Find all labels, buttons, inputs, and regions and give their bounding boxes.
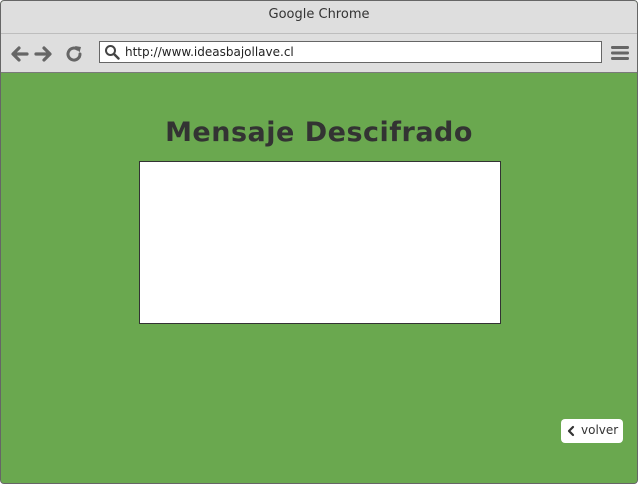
url-text: http://www.ideasbajollave.cl xyxy=(125,45,294,59)
chevron-left-icon xyxy=(567,425,575,437)
menu-icon[interactable] xyxy=(611,45,629,61)
page-content: Mensaje Descifrado volver xyxy=(1,73,637,483)
address-bar[interactable]: http://www.ideasbajollave.cl xyxy=(99,41,602,63)
back-button-label: volver xyxy=(581,423,619,437)
back-arrow-icon[interactable] xyxy=(9,44,29,64)
search-icon xyxy=(105,45,120,60)
back-button[interactable]: volver xyxy=(561,419,623,443)
browser-window: Google Chrome http://www.ideasbajollave.… xyxy=(0,0,638,484)
decrypted-message-box xyxy=(139,161,501,324)
page-title: Mensaje Descifrado xyxy=(165,117,473,148)
window-title: Google Chrome xyxy=(268,7,370,22)
title-bar: Google Chrome xyxy=(1,1,637,34)
forward-arrow-icon[interactable] xyxy=(34,44,54,64)
reload-icon[interactable] xyxy=(64,44,84,64)
browser-toolbar: http://www.ideasbajollave.cl xyxy=(1,34,637,73)
